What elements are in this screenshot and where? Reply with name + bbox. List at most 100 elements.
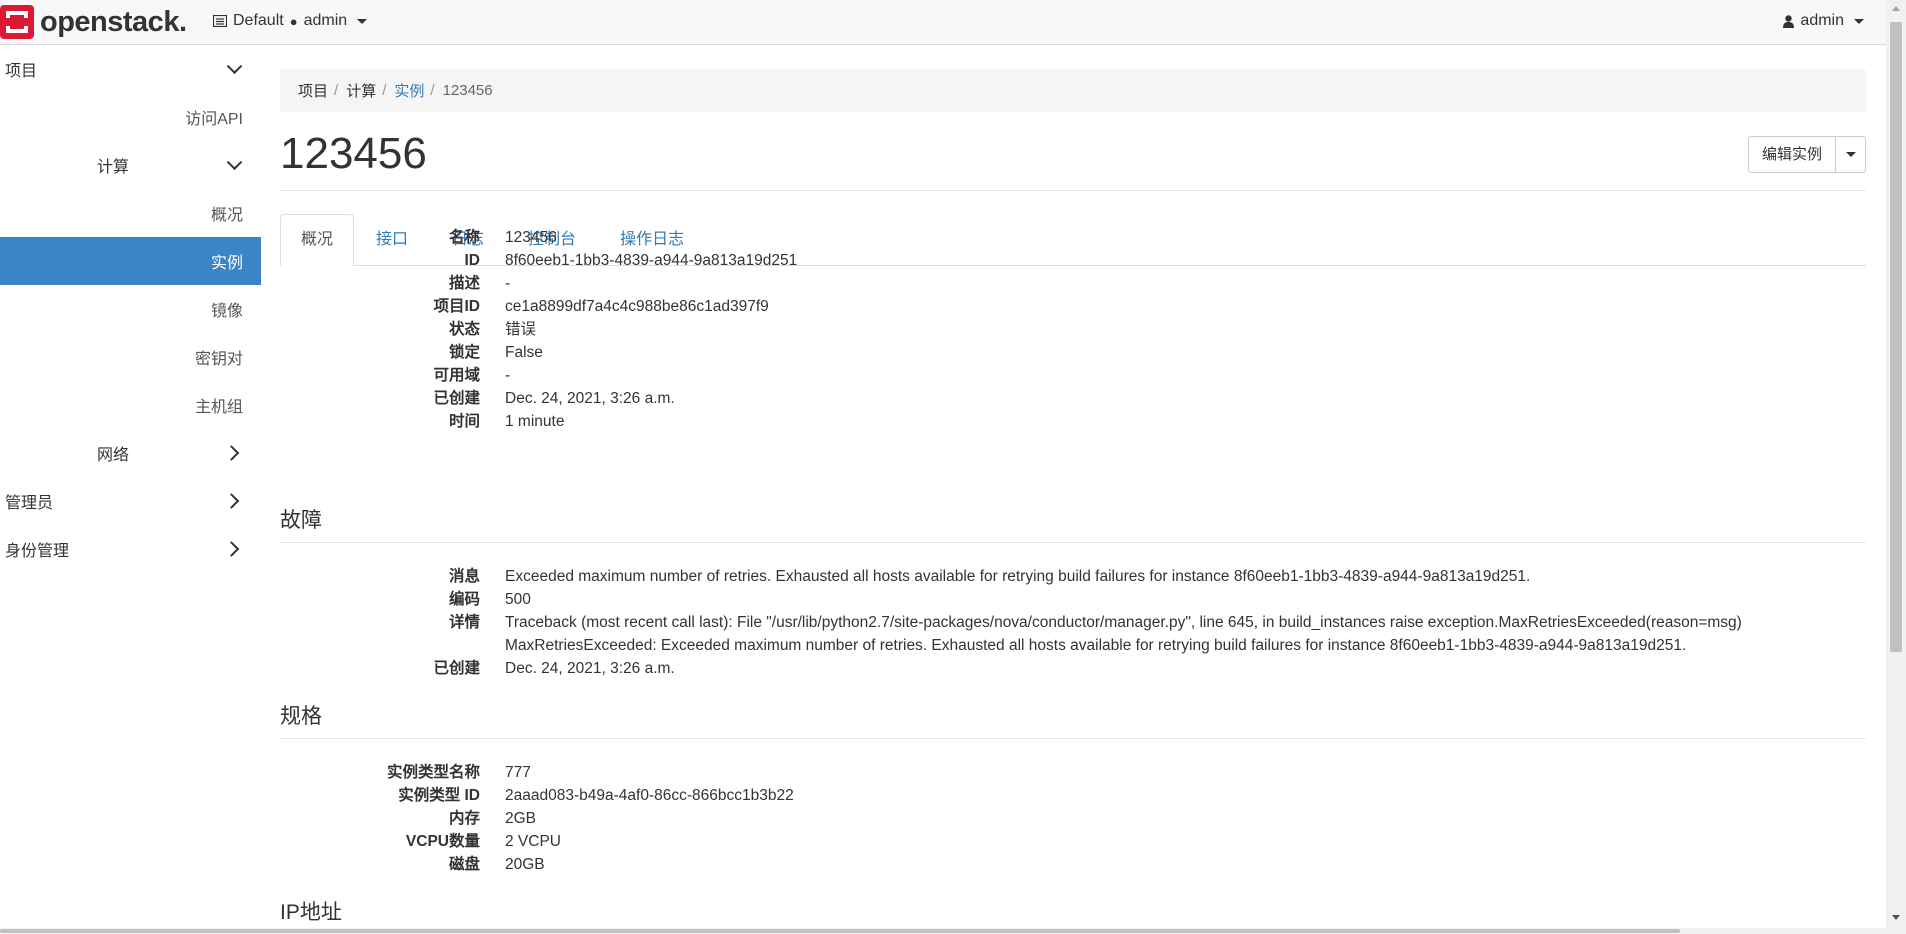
detail-row: 内存 2GB <box>280 807 1866 830</box>
sidebar-item-server-groups[interactable]: 主机组 <box>0 381 261 429</box>
chevron-right-icon <box>223 445 240 461</box>
user-menu[interactable]: admin <box>1783 12 1864 30</box>
detail-value: Traceback (most recent call last): File … <box>505 611 1866 657</box>
chevron-down-icon <box>1854 18 1864 24</box>
detail-value: - <box>505 367 511 384</box>
fault-details: 消息 Exceeded maximum number of retries. Ex… <box>280 565 1866 680</box>
sidebar-item-instances[interactable]: 实例 <box>0 237 261 285</box>
fault-section-title: 故障 <box>280 509 322 532</box>
detail-label: ID <box>464 252 481 269</box>
detail-value: Dec. 24, 2021, 3:26 a.m. <box>505 660 675 677</box>
detail-value: - <box>505 275 511 292</box>
sidebar-item-label: 镜像 <box>210 303 243 320</box>
detail-value: 2 VCPU <box>505 833 561 850</box>
scrollbar-thumb[interactable] <box>0 929 1680 933</box>
sidebar-item-label: 网络 <box>97 447 130 464</box>
top-navbar: openstack. Default ● admin admin <box>0 0 1886 45</box>
detail-value: 2GB <box>505 810 537 827</box>
detail-label: 实例类型 ID <box>398 787 480 804</box>
horizontal-scrollbar[interactable] <box>0 928 1886 934</box>
detail-label: 名称 <box>448 229 480 246</box>
detail-value: 错误 <box>505 321 537 338</box>
detail-row: 锁定 False <box>280 341 1866 364</box>
detail-label: 消息 <box>448 568 480 585</box>
project-list-icon <box>213 15 227 27</box>
sidebar-item-network[interactable]: 网络 <box>0 429 261 477</box>
sidebar-item-label: 访问API <box>185 111 243 128</box>
sidebar-item-admin[interactable]: 管理员 <box>0 477 261 525</box>
sidebar-item-images[interactable]: 镜像 <box>0 285 261 333</box>
sidebar-item-label: 身份管理 <box>5 543 70 560</box>
sidebar-item-label: 密钥对 <box>194 351 243 368</box>
sidebar-item-overview[interactable]: 概况 <box>0 189 261 237</box>
detail-value: ce1a8899df7a4c4c988be86c1ad397f9 <box>505 298 769 315</box>
detail-label: 已创建 <box>433 660 480 677</box>
detail-value: Exceeded maximum number of retries. Exha… <box>505 568 1531 585</box>
breadcrumb-instances-link[interactable]: 实例 <box>394 80 424 101</box>
detail-label: 时间 <box>448 413 480 430</box>
detail-label: 编码 <box>448 591 480 608</box>
detail-value: False <box>505 344 543 361</box>
scrollbar-thumb[interactable] <box>1890 22 1902 652</box>
chevron-down-icon <box>226 58 243 75</box>
chevron-down-icon <box>357 18 368 24</box>
detail-value: 1 minute <box>505 413 565 430</box>
detail-row: 详情 Traceback (most recent call last): Fil… <box>280 611 1866 657</box>
scroll-down-icon[interactable] <box>1892 915 1900 920</box>
detail-row: 项目ID ce1a8899df7a4c4c988be86c1ad397f9 <box>280 295 1866 318</box>
sidebar-item-project[interactable]: 项目 <box>0 45 261 93</box>
detail-value: 8f60eeb1-1bb3-4839-a944-9a813a19d251 <box>505 252 798 269</box>
sidebar-item-compute[interactable]: 计算 <box>0 141 261 189</box>
ip-section-title: IP地址 <box>280 901 342 924</box>
chevron-right-icon <box>223 541 240 557</box>
breadcrumb-separator: / <box>382 82 387 99</box>
detail-value: Dec. 24, 2021, 3:26 a.m. <box>505 390 675 407</box>
detail-label: 锁定 <box>448 344 480 361</box>
fault-details-line: MaxRetriesExceeded: Exceeded maximum num… <box>505 637 1687 654</box>
project-switcher[interactable]: Default ● admin <box>213 12 368 30</box>
breadcrumb-current: 123456 <box>442 82 493 99</box>
sidebar-item-label: 实例 <box>210 255 243 272</box>
divider <box>280 738 1866 739</box>
scroll-up-icon[interactable] <box>1892 6 1900 11</box>
vertical-scrollbar[interactable] <box>1886 0 1906 934</box>
chevron-down-icon <box>226 154 243 171</box>
detail-row: 磁盘 20GB <box>280 853 1866 876</box>
detail-value: 123456 <box>505 229 557 246</box>
chevron-down-icon <box>1845 152 1856 157</box>
breadcrumb-compute: 计算 <box>346 83 377 100</box>
sidebar-item-label: 管理员 <box>5 495 54 512</box>
detail-value: 20GB <box>505 856 545 873</box>
page-title: 123456 <box>280 129 427 178</box>
brand-name: openstack <box>40 5 179 38</box>
sidebar-item-key-pairs[interactable]: 密钥对 <box>0 333 261 381</box>
detail-label: 磁盘 <box>448 856 480 873</box>
breadcrumb-project: 项目 <box>298 83 329 100</box>
project-separator: ● <box>289 13 298 29</box>
detail-label: 详情 <box>448 614 480 631</box>
divider <box>280 542 1866 543</box>
detail-row: VCPU数量 2 VCPU <box>280 830 1866 853</box>
breadcrumb: 项目 / 计算 / 实例 / 123456 <box>280 69 1866 112</box>
detail-value: 500 <box>505 591 531 608</box>
brand[interactable]: openstack. <box>0 5 187 39</box>
detail-row: ID 8f60eeb1-1bb3-4839-a944-9a813a19d251 <box>280 249 1866 272</box>
specs-section-title: 规格 <box>280 705 322 728</box>
sidebar-item-identity[interactable]: 身份管理 <box>0 525 261 573</box>
breadcrumb-separator: / <box>430 82 435 99</box>
instance-actions: 编辑实例 <box>1747 136 1866 173</box>
detail-row: 名称 123456 <box>280 226 1866 249</box>
detail-row: 实例类型名称 777 <box>280 761 1866 784</box>
detail-label: 状态 <box>448 321 480 338</box>
actions-dropdown-button[interactable] <box>1836 137 1865 172</box>
detail-label: 项目ID <box>433 298 480 315</box>
detail-row: 实例类型 ID 2aaad083-b49a-4af0-86cc-866bcc1b3… <box>280 784 1866 807</box>
detail-row: 时间 1 minute <box>280 410 1866 433</box>
detail-value: 777 <box>505 764 531 781</box>
sidebar-item-api-access[interactable]: 访问API <box>0 93 261 141</box>
domain-name: Default <box>233 12 284 29</box>
detail-label: 可用域 <box>433 367 480 384</box>
user-name: admin <box>1800 12 1844 29</box>
edit-instance-button[interactable]: 编辑实例 <box>1749 137 1836 172</box>
sidebar-item-label: 计算 <box>97 159 130 176</box>
